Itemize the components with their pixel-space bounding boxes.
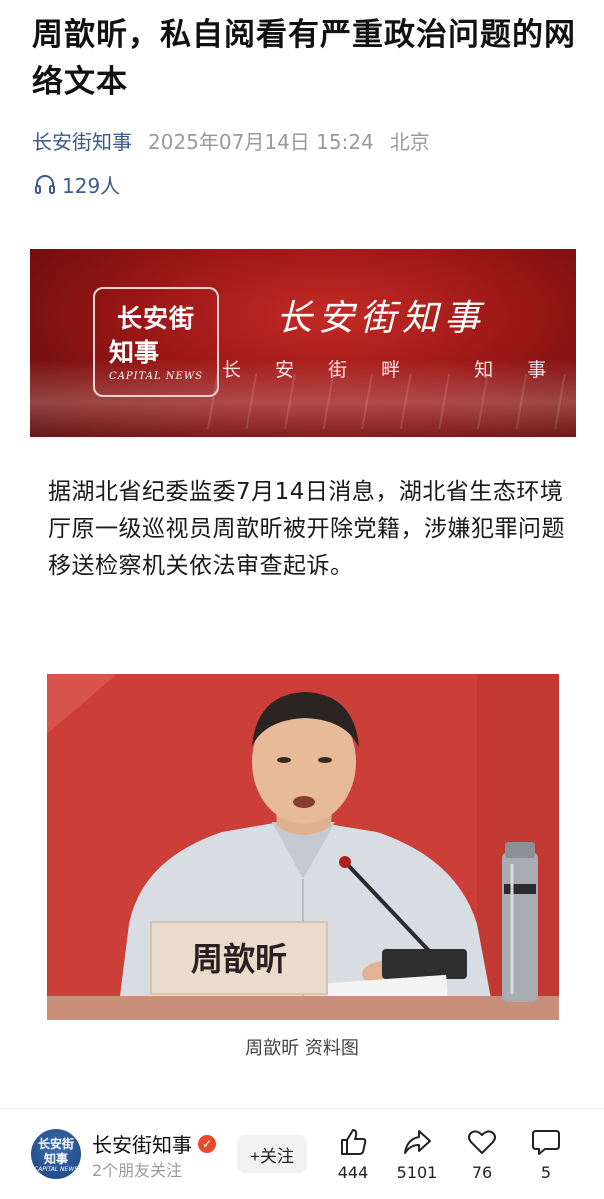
share-count: 5101 [396,1163,438,1182]
heart-icon [468,1130,496,1154]
like-count: 444 [337,1163,369,1182]
logo-text-line1: 长安街 [116,304,195,333]
nameplate-text: 周歆昕 [191,940,287,978]
speaker-photo-illustration: 周歆昕 [47,674,559,1020]
avatar-text-line3: CAPITAL NEWS [33,1166,79,1173]
comment-count: 5 [540,1163,552,1182]
article-meta: 长安街知事 2025年07月14日 15:24 北京 [32,126,430,154]
banner-slogan: 长 安 街 畔 知 事 说 事 [222,359,561,381]
account-avatar[interactable]: 长安街 知事 CAPITAL NEWS [31,1129,81,1179]
avatar-text-line2: 知事 [43,1152,68,1166]
publish-location: 北京 [389,129,430,154]
follow-button[interactable]: +关注 [237,1135,307,1173]
banner-floor-pattern [180,374,570,429]
share-button[interactable]: 5101 [387,1127,447,1182]
favorite-count: 76 [471,1163,493,1182]
favorite-button[interactable]: 76 [452,1127,512,1182]
listen-count: 129人 [62,173,121,198]
like-button[interactable]: 444 [323,1127,383,1182]
comment-bubble-icon [532,1130,560,1155]
banner-logo: 长安街 知事 CAPITAL NEWS [93,287,219,397]
bottom-action-bar: 长安街 知事 CAPITAL NEWS 长安街知事 ✓ 2个朋友关注 +关注 4… [0,1109,604,1199]
source-link[interactable]: 长安街知事 [32,126,132,155]
article-photo[interactable]: 周歆昕 [47,674,559,1020]
photo-caption: 周歆昕 资料图 [245,1038,359,1059]
logo-text-line2: 知事 [109,338,160,367]
headphones-icon [35,175,55,194]
banner-heading: 长安街知事 [276,298,487,339]
brand-banner: 长安街 知事 CAPITAL NEWS 长安街知事 长 安 街 畔 知 事 说 … [30,249,576,437]
account-name[interactable]: 长安街知事 ✓ [92,1129,216,1158]
account-name-label: 长安街知事 [92,1133,192,1157]
friends-following: 2个朋友关注 [92,1161,183,1180]
logo-subtext: CAPITAL NEWS [109,371,203,382]
article-body: 据湖北省纪委监委7月14日消息，湖北省生态环境厅原一级巡视员周歆昕被开除党籍，涉… [48,479,565,579]
listen-indicator[interactable]: 129人 [34,171,121,198]
thumbs-up-icon [341,1129,367,1155]
comment-button[interactable]: 5 [516,1127,576,1182]
verified-badge-icon: ✓ [198,1134,216,1153]
article-title: 周歆昕，私自阅看有严重政治问题的网络文本 [32,17,576,100]
publish-date: 2025年07月14日 15:24 [148,129,374,154]
share-arrow-icon [404,1130,431,1154]
